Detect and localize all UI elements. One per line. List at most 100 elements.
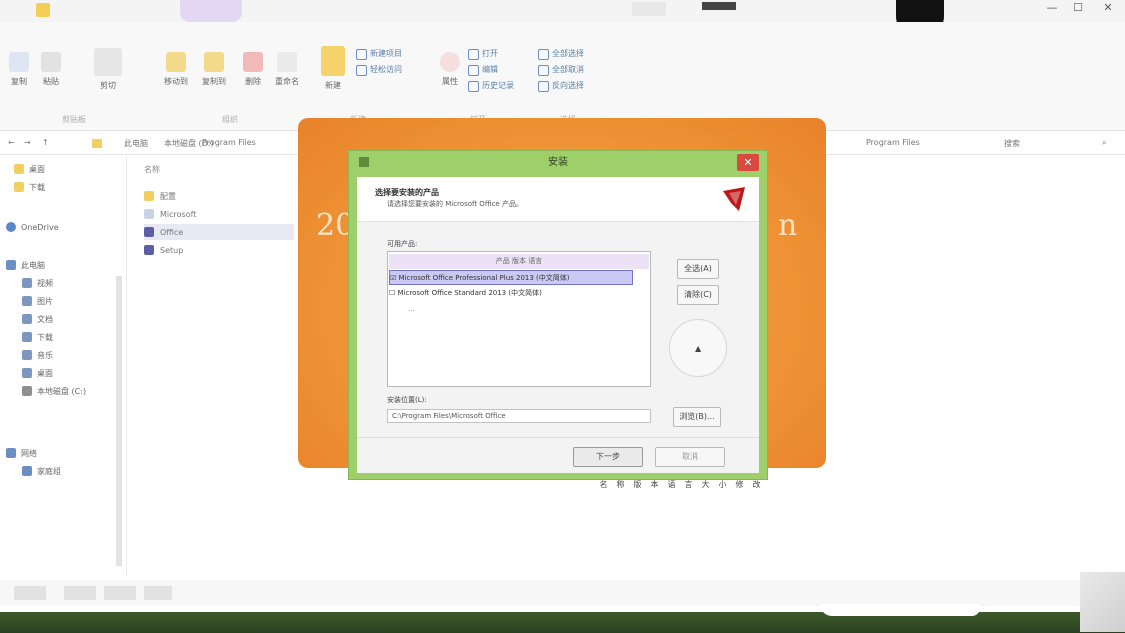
nav-item[interactable]: 音乐 bbox=[22, 346, 53, 364]
ribbon-item-select-none[interactable]: 全部取消 bbox=[538, 62, 584, 78]
clear-button[interactable]: 清除(C) bbox=[677, 285, 719, 305]
network-icon bbox=[6, 448, 16, 458]
product-list[interactable]: 产品 版本 语言 ☑ Microsoft Office Professional… bbox=[387, 251, 651, 387]
drive-icon bbox=[22, 386, 32, 396]
status-item[interactable] bbox=[104, 586, 136, 600]
corner-page-curl bbox=[1080, 572, 1125, 632]
ribbon-item-invert-selection[interactable]: 反向选择 bbox=[538, 78, 584, 94]
list-item[interactable]: ☐ Microsoft Office Standard 2013 (中文简体) bbox=[389, 286, 589, 301]
ribbon-button-rename[interactable]: 重命名 bbox=[272, 52, 302, 87]
file-row[interactable]: 配置 bbox=[144, 188, 294, 204]
status-item[interactable] bbox=[144, 586, 172, 600]
cancel-button[interactable]: 取消 bbox=[655, 447, 725, 467]
title-bar: — ☐ ✕ bbox=[0, 0, 1125, 40]
breadcrumb-item[interactable]: Program Files bbox=[866, 138, 920, 147]
dialog-close-button[interactable]: ✕ bbox=[737, 154, 759, 171]
dialog-title: 安装 bbox=[548, 157, 568, 168]
move-to-icon bbox=[166, 52, 186, 72]
ribbon-button-new[interactable]: 新建 bbox=[316, 46, 350, 91]
nav-item[interactable]: 下载 bbox=[22, 328, 53, 346]
column-header-name[interactable]: 名称 bbox=[144, 164, 160, 175]
app-tab[interactable] bbox=[632, 2, 666, 16]
ribbon-item-easy-access[interactable]: 轻松访问 bbox=[356, 62, 402, 78]
paste-icon bbox=[41, 52, 61, 72]
folder-icon bbox=[14, 164, 24, 174]
back-icon[interactable]: ← bbox=[8, 138, 15, 147]
minimize-button[interactable]: — bbox=[1040, 0, 1064, 16]
breadcrumb-item[interactable]: Program Files bbox=[202, 138, 256, 147]
folder-icon bbox=[144, 191, 154, 201]
select-all-button[interactable]: 全选(A) bbox=[677, 259, 719, 279]
ribbon-button-delete[interactable]: 删除 bbox=[240, 52, 266, 87]
breadcrumb-item[interactable]: 此电脑 bbox=[124, 138, 148, 149]
nav-item[interactable]: 下载 bbox=[14, 178, 45, 196]
nav-item[interactable]: 图片 bbox=[22, 292, 53, 310]
browse-button[interactable]: 浏览(B)... bbox=[673, 407, 721, 427]
splash-text-right: n bbox=[778, 208, 798, 243]
ribbon-item-new-item[interactable]: 新建项目 bbox=[356, 46, 402, 62]
checkbox-icon[interactable]: ☐ bbox=[389, 289, 398, 297]
file-row[interactable]: Microsoft bbox=[144, 206, 294, 222]
divider bbox=[357, 437, 759, 438]
ribbon-new-group: 新建项目 轻松访问 bbox=[356, 46, 402, 78]
file-row-selected[interactable]: Office bbox=[144, 224, 294, 240]
nav-item[interactable]: 本地磁盘 (C:) bbox=[22, 382, 86, 400]
app-icon bbox=[359, 157, 369, 167]
scrollbar[interactable] bbox=[116, 276, 122, 566]
install-dialog: 安装 ✕ 选择要安装的产品 请选择您要安装的 Microsoft Office … bbox=[348, 150, 768, 480]
file-row[interactable]: Setup bbox=[144, 242, 294, 258]
search-icon[interactable]: ⌕ bbox=[1102, 138, 1106, 148]
ribbon-item-select-all[interactable]: 全部选择 bbox=[538, 46, 584, 62]
nav-item-network[interactable]: 网络 bbox=[6, 444, 37, 462]
status-item[interactable] bbox=[14, 586, 46, 600]
ribbon-button-properties[interactable]: 属性 bbox=[436, 52, 464, 87]
maximize-button[interactable]: ☐ bbox=[1066, 0, 1090, 16]
list-item-selected[interactable]: ☑ Microsoft Office Professional Plus 201… bbox=[389, 270, 633, 285]
checkbox-icon[interactable]: ☑ bbox=[390, 274, 399, 282]
ribbon-button-move-to[interactable]: 移动到 bbox=[160, 52, 192, 87]
nav-item[interactable]: 视频 bbox=[22, 274, 53, 292]
ribbon-open-group: 打开 编辑 历史记录 bbox=[468, 46, 514, 94]
nav-item[interactable]: 桌面 bbox=[14, 160, 45, 178]
folder-icon[interactable] bbox=[36, 3, 50, 17]
forward-icon[interactable]: → bbox=[24, 138, 31, 147]
up-icon[interactable]: ↑ bbox=[42, 138, 49, 147]
nav-item[interactable]: 文档 bbox=[22, 310, 53, 328]
rename-icon bbox=[277, 52, 297, 72]
install-path-input[interactable]: C:\Program Files\Microsoft Office bbox=[387, 409, 651, 423]
ribbon-item-open[interactable]: 打开 bbox=[468, 46, 514, 62]
ribbon-button-copy-to[interactable]: 复制到 bbox=[198, 52, 230, 87]
cursor-icon: ▲ bbox=[695, 344, 702, 353]
folder-icon bbox=[22, 332, 32, 342]
cut-icon bbox=[94, 48, 122, 76]
taskbar bbox=[0, 572, 1125, 633]
copy-to-icon bbox=[204, 52, 224, 72]
ribbon-group-label: 组织 bbox=[222, 115, 238, 124]
list-header: 产品 版本 语言 bbox=[389, 254, 649, 269]
install-path-label: 安装位置(L): bbox=[387, 396, 427, 404]
folder-icon bbox=[22, 368, 32, 378]
tab-highlight[interactable] bbox=[180, 0, 242, 22]
ribbon-button-cut[interactable]: 剪切 bbox=[80, 48, 136, 91]
ribbon-item-edit[interactable]: 编辑 bbox=[468, 62, 514, 78]
folder-icon bbox=[22, 278, 32, 288]
close-button[interactable]: ✕ bbox=[1096, 0, 1120, 16]
nav-item-onedrive[interactable]: OneDrive bbox=[6, 218, 59, 236]
search-input[interactable]: 搜索 bbox=[1004, 138, 1020, 149]
file-icon bbox=[144, 227, 154, 237]
nav-item-this-pc[interactable]: 此电脑 bbox=[6, 256, 45, 274]
ribbon-button-paste[interactable]: 粘贴 bbox=[38, 52, 64, 87]
nav-item[interactable]: 桌面 bbox=[22, 364, 53, 382]
cursor-highlight: ▲ bbox=[669, 319, 727, 377]
file-icon bbox=[144, 245, 154, 255]
folder-icon bbox=[92, 139, 102, 148]
app-tab-dark[interactable] bbox=[702, 2, 736, 10]
folder-icon bbox=[22, 314, 32, 324]
nav-item[interactable]: 家庭组 bbox=[22, 462, 61, 480]
ribbon-button-copy[interactable]: 复制 bbox=[6, 52, 32, 87]
installer-logo-icon bbox=[723, 187, 745, 211]
next-button[interactable]: 下一步 bbox=[573, 447, 643, 467]
ribbon-item-history[interactable]: 历史记录 bbox=[468, 78, 514, 94]
list-item[interactable]: ... bbox=[408, 302, 415, 317]
status-item[interactable] bbox=[64, 586, 96, 600]
